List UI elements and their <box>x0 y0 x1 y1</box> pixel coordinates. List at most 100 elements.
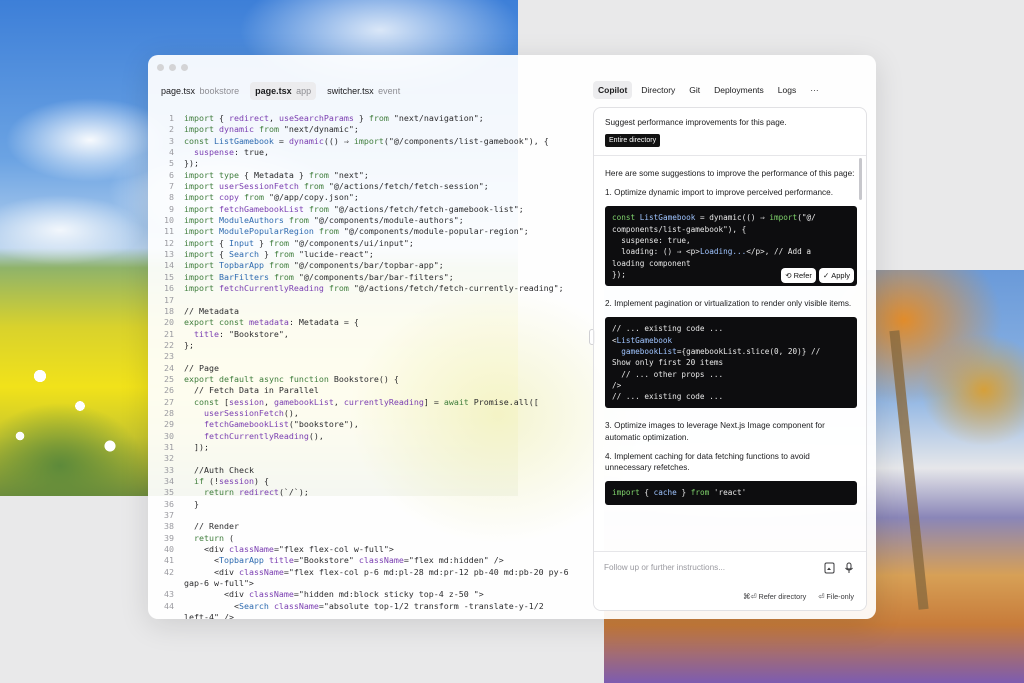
line-number: 13 <box>164 249 174 260</box>
code-line[interactable]: 34 if (!session) { <box>156 476 596 487</box>
line-number: 29 <box>164 419 174 430</box>
code-line[interactable]: 18 // Metadata <box>156 306 596 317</box>
code-line[interactable]: 6 import type { Metadata } from "next"; <box>156 170 596 181</box>
line-text: <TopbarApp title="Bookstore" className="… <box>184 555 504 566</box>
code-line[interactable]: 11 import ModulePopularRegion from "@/com… <box>156 226 596 237</box>
tab-deployments[interactable]: Deployments <box>709 81 769 99</box>
code-line[interactable]: 16 import fetchCurrentlyReading from "@/a… <box>156 283 596 294</box>
code-line[interactable]: 37 <box>156 510 596 521</box>
line-number: 26 <box>164 385 174 396</box>
line-number: 41 <box>164 555 174 566</box>
code-line[interactable]: 41 <TopbarApp title="Bookstore" classNam… <box>156 555 596 566</box>
code-line[interactable]: 22}; <box>156 340 596 351</box>
follow-up-input[interactable]: Follow up or further instructions... <box>594 551 866 583</box>
code-line[interactable]: 8 import copy from "@/app/copy.json"; <box>156 192 596 203</box>
code-line[interactable]: 23 <box>156 351 596 362</box>
code-line[interactable]: 15 import BarFilters from "@/components/b… <box>156 272 596 283</box>
code-line[interactable]: 29 fetchGamebookList("bookstore"), <box>156 419 596 430</box>
code-line[interactable]: 17 <box>156 295 596 306</box>
line-number: 2 <box>169 124 174 135</box>
tab-directory[interactable]: Directory <box>636 81 680 99</box>
scrollbar-thumb[interactable] <box>859 158 862 200</box>
code-line[interactable]: 21 title: "Bookstore", <box>156 329 596 340</box>
suggestion-3: 3. Optimize images to leverage Next.js I… <box>605 421 825 442</box>
code-line[interactable]: 36 } <box>156 499 596 510</box>
tab-logs[interactable]: Logs <box>773 81 801 99</box>
attach-file-icon[interactable] <box>822 561 836 575</box>
line-text: <div className="hidden md:block sticky t… <box>184 589 484 600</box>
file-only-button[interactable]: ⏎ File-only <box>818 591 854 602</box>
line-number: 35 <box>164 487 174 498</box>
line-text <box>184 510 596 521</box>
file-only-label: File-only <box>826 591 854 601</box>
refer-button[interactable]: ⟲ Refer <box>781 267 816 284</box>
code-line[interactable]: 26 // Fetch Data in Parallel <box>156 385 596 396</box>
code-line[interactable]: 31 ]); <box>156 442 596 453</box>
editor-window: page.tsx bookstore page.tsx app switcher… <box>148 55 876 619</box>
tab-label: page.tsx <box>161 86 196 96</box>
code-line[interactable]: 5}); <box>156 158 596 169</box>
scope-badge[interactable]: Entire directory <box>605 134 661 148</box>
code-line[interactable]: 33 //Auth Check <box>156 465 596 476</box>
response-intro: Here are some suggestions to improve the… <box>605 169 855 178</box>
code-editor[interactable]: 1 import { redirect, useSearchParams } fr… <box>156 113 596 619</box>
tab-copilot[interactable]: Copilot <box>593 81 633 99</box>
tab-sublabel: app <box>296 86 312 96</box>
tab-git[interactable]: Git <box>684 81 705 99</box>
code-line[interactable]: 43 <div className="hidden md:block stick… <box>156 589 596 600</box>
line-text: }); <box>184 158 199 169</box>
code-line[interactable]: 44 <Search className="absolute top-1/2 t… <box>156 601 596 612</box>
code-line[interactable]: 9 import fetchGamebookList from "@/action… <box>156 204 596 215</box>
copilot-panel: Suggest performance improvements for thi… <box>593 107 867 611</box>
line-text <box>184 453 596 464</box>
code-line[interactable]: 20 export const metadata: Metadata = { <box>156 317 596 328</box>
line-number: 30 <box>164 430 174 441</box>
line-text: title: "Bookstore", <box>194 328 289 339</box>
line-number: 36 <box>164 498 174 509</box>
apply-button[interactable]: ✓ Apply <box>818 267 854 284</box>
code-line[interactable]: 25 export default async function Bookstor… <box>156 374 596 385</box>
close-dot[interactable] <box>157 64 164 71</box>
line-number: 12 <box>164 237 174 248</box>
line-number: 8 <box>169 192 174 203</box>
line-text: <Search className="absolute top-1/2 tran… <box>184 600 544 611</box>
code-block-3: import { cache } from 'react' <box>605 481 857 505</box>
code-line[interactable]: 28 userSessionFetch(), <box>156 408 596 419</box>
code-line[interactable]: 10 import ModuleAuthors from "@/component… <box>156 215 596 226</box>
code-line[interactable]: 35 return redirect(`/`); <box>156 487 596 498</box>
code-line[interactable]: 30 fetchCurrentlyReading(), <box>156 431 596 442</box>
line-number: 40 <box>164 544 174 555</box>
code-line[interactable]: 2 import dynamic from "next/dynamic"; <box>156 124 596 135</box>
code-line[interactable]: 39 return ( <box>156 533 596 544</box>
line-text: import ModulePopularRegion from "@/compo… <box>184 226 529 237</box>
line-text: // Metadata <box>184 305 239 316</box>
line-number: 16 <box>164 283 174 294</box>
code-line[interactable]: 3 const ListGamebook = dynamic(() ⇒ impor… <box>156 136 596 147</box>
line-text: fetchGamebookList("bookstore"), <box>203 419 359 430</box>
code-line[interactable]: 24 // Page <box>156 363 596 374</box>
code-line[interactable]: 27 const [session, gamebookList, current… <box>156 397 596 408</box>
code-line[interactable]: 40 <div className="flex flex-col w-full"… <box>156 544 596 555</box>
code-line[interactable]: 42 <div className="flex flex-col p-6 md:… <box>156 567 596 578</box>
code-line[interactable]: 7 import userSessionFetch from "@/actions… <box>156 181 596 192</box>
line-number: 23 <box>164 351 174 362</box>
tab-switcher-event[interactable]: switcher.tsx event <box>322 82 405 100</box>
tab-page-bookstore[interactable]: page.tsx bookstore <box>156 82 244 100</box>
more-menu-button[interactable]: ··· <box>805 81 824 99</box>
code-line[interactable]: 32 <box>156 453 596 464</box>
microphone-icon[interactable] <box>842 561 856 575</box>
code-line[interactable]: gap-6 w-full"> <box>156 578 596 589</box>
tab-page-app[interactable]: page.tsx app <box>250 82 317 100</box>
code-line[interactable]: 4 suspense: true, <box>156 147 596 158</box>
maximize-dot[interactable] <box>181 64 188 71</box>
code-line[interactable]: 14 import TopbarApp from "@/components/ba… <box>156 260 596 271</box>
refer-directory-button[interactable]: ⌘⏎ Refer directory <box>743 591 806 602</box>
code-line[interactable]: 1 import { redirect, useSearchParams } fr… <box>156 113 596 124</box>
line-text <box>184 351 596 362</box>
code-line[interactable]: left-4" /> <box>156 612 596 619</box>
code-line[interactable]: 38 // Render <box>156 521 596 532</box>
code-line[interactable]: 12 import { Input } from "@/components/ui… <box>156 238 596 249</box>
code-line[interactable]: 13 import { Search } from "lucide-react"; <box>156 249 596 260</box>
line-text: return ( <box>194 532 234 543</box>
minimize-dot[interactable] <box>169 64 176 71</box>
